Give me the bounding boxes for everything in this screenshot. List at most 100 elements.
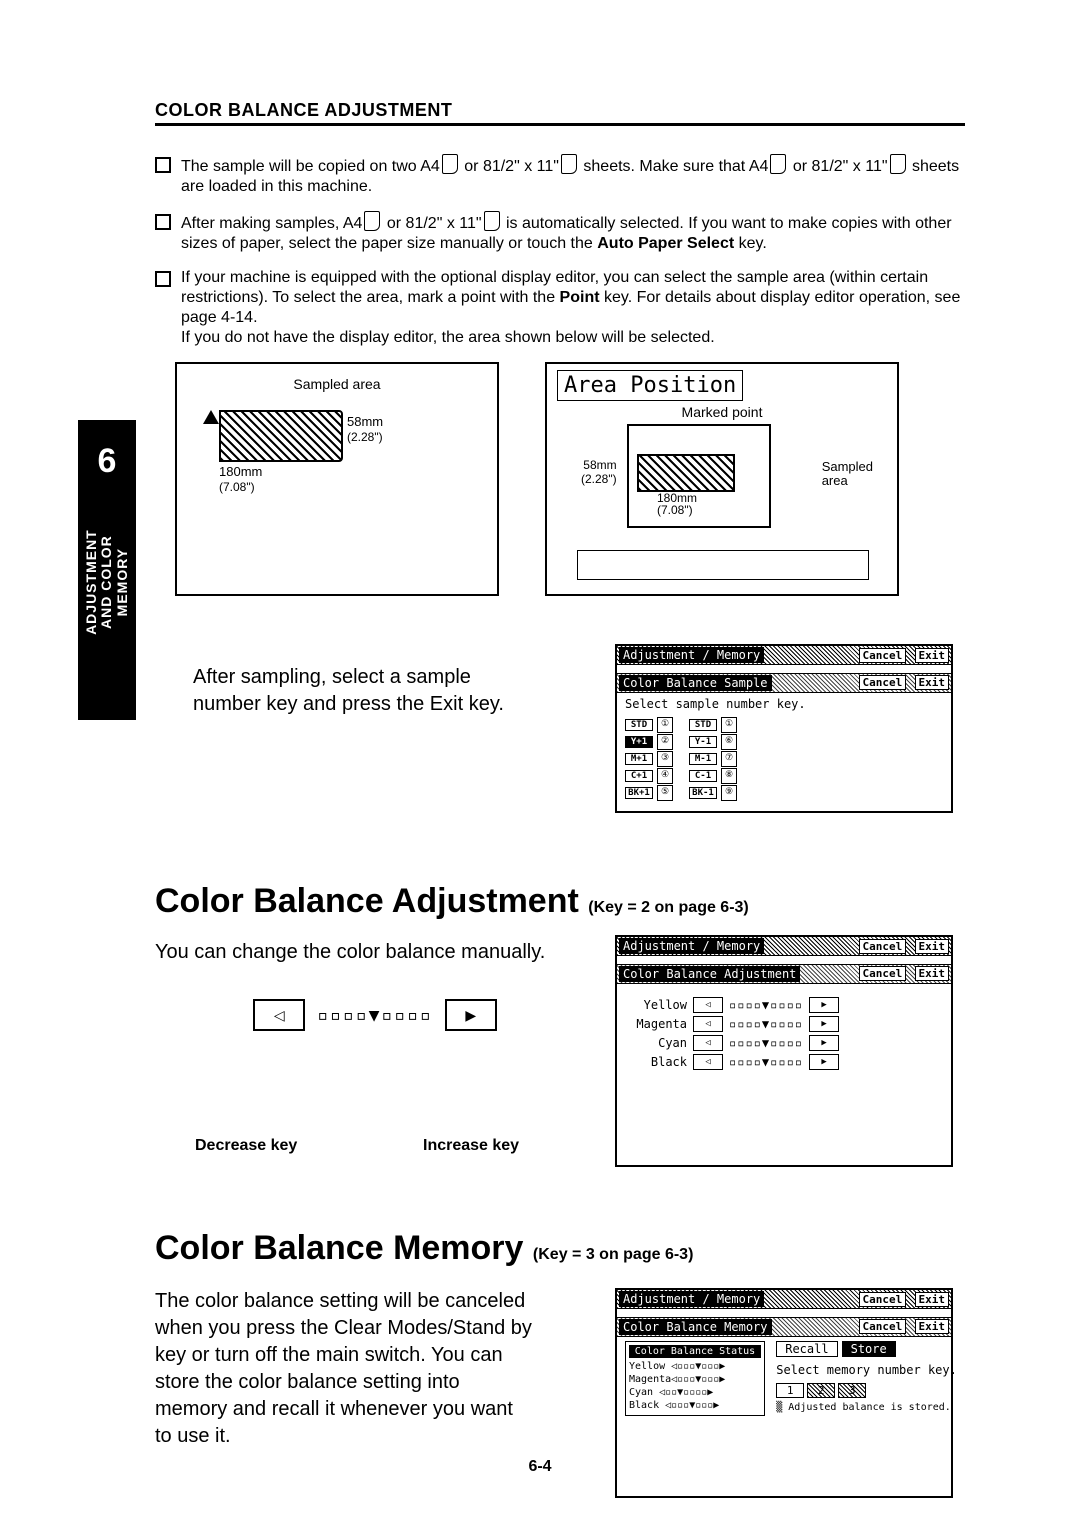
bullet-item: If your machine is equipped with the opt… <box>155 268 965 348</box>
color-balance-memory-heading: Color Balance Memory (Key = 3 on page 6-… <box>155 1229 965 1268</box>
diagram-caption: Sampled area <box>177 376 497 392</box>
decrease-key[interactable]: ◁ <box>253 999 305 1031</box>
bullet-icon <box>155 271 171 287</box>
status-line: Yellow ◁▫▫▫▼▫▫▫▶ <box>629 1360 761 1373</box>
sample-key[interactable]: M-1 <box>689 753 717 765</box>
increase-key[interactable]: ▶ <box>809 997 839 1013</box>
slider-scale: ▫▫▫▫▼▫▫▫▫ <box>729 998 803 1012</box>
increase-key[interactable]: ▶ <box>809 1035 839 1051</box>
hatched-area <box>637 454 735 492</box>
portrait-icon <box>484 211 500 231</box>
store-button[interactable]: Store <box>842 1341 896 1357</box>
sample-key[interactable]: Y+1 <box>625 736 653 748</box>
status-title: Color Balance Status <box>629 1345 761 1358</box>
exit-button[interactable]: Exit <box>915 1319 950 1334</box>
exit-button[interactable]: Exit <box>915 1292 950 1307</box>
memory-slot[interactable]: 2 <box>807 1383 835 1398</box>
dimension-180: 180mm(7.08") <box>219 464 262 494</box>
page-number: 6-4 <box>0 1458 1080 1476</box>
number-key[interactable]: ⑤ <box>657 785 673 801</box>
sample-key[interactable]: STD <box>625 719 653 731</box>
increase-key[interactable]: ▶ <box>809 1054 839 1070</box>
number-key[interactable]: ① <box>721 717 737 733</box>
editor-toolbar <box>577 550 869 580</box>
panel-title: Adjustment / Memory <box>619 647 764 663</box>
marked-point-label: Marked point <box>547 404 897 420</box>
dimension-58: 58mm(2.28") <box>581 458 617 486</box>
cancel-button[interactable]: Cancel <box>859 939 907 954</box>
memory-intro-text: The color balance setting will be cancel… <box>155 1288 535 1450</box>
sampled-area-label: Sampledarea <box>822 460 873 489</box>
color-balance-status-box: Color Balance Status Yellow ◁▫▫▫▼▫▫▫▶ Ma… <box>625 1341 765 1416</box>
number-key[interactable]: ③ <box>657 751 673 767</box>
exit-button[interactable]: Exit <box>915 966 950 981</box>
decrease-key[interactable]: ◁ <box>693 1016 723 1032</box>
sample-key[interactable]: BK+1 <box>625 787 653 799</box>
after-sampling-text: After sampling, select a sample number k… <box>193 664 543 718</box>
portrait-icon <box>364 211 380 231</box>
sample-key[interactable]: BK-1 <box>689 787 717 799</box>
arrow-icon <box>203 410 219 424</box>
decrease-key[interactable]: ◁ <box>693 1054 723 1070</box>
recall-button[interactable]: Recall <box>776 1341 837 1357</box>
section-heading: COLOR BALANCE ADJUSTMENT <box>155 100 965 126</box>
number-key[interactable]: ⑨ <box>721 785 737 801</box>
color-label: Yellow <box>635 998 687 1012</box>
sample-key[interactable]: M+1 <box>625 753 653 765</box>
sampled-area-diagram: Sampled area 58mm(2.28") 180mm(7.08") <box>175 362 499 596</box>
number-key[interactable]: ⑥ <box>721 734 737 750</box>
sub-panel-title: Color Balance Sample <box>619 675 772 691</box>
decrease-key[interactable]: ◁ <box>693 1035 723 1051</box>
memory-slot[interactable]: 1 <box>776 1383 804 1398</box>
portrait-icon <box>890 154 906 174</box>
color-label: Magenta <box>635 1017 687 1031</box>
cancel-button[interactable]: Cancel <box>859 675 907 690</box>
exit-button[interactable]: Exit <box>915 648 950 663</box>
sample-select-panel: Adjustment / Memory Cancel Exit Color Ba… <box>615 644 953 813</box>
panel-message: Select sample number key. <box>625 697 943 711</box>
increase-key[interactable]: ▶ <box>445 999 497 1031</box>
hatched-area <box>219 410 343 462</box>
slider-scale: ▫▫▫▫▼▫▫▫▫ <box>317 1005 433 1026</box>
increase-label: Increase key <box>423 1137 519 1155</box>
exit-button[interactable]: Exit <box>915 675 950 690</box>
cancel-button[interactable]: Cancel <box>859 1292 907 1307</box>
decrease-key[interactable]: ◁ <box>693 997 723 1013</box>
number-key[interactable]: ① <box>657 717 673 733</box>
memory-slot[interactable]: 3 <box>838 1383 866 1398</box>
number-key[interactable]: ② <box>657 734 673 750</box>
color-label: Cyan <box>635 1036 687 1050</box>
number-key[interactable]: ⑦ <box>721 751 737 767</box>
cancel-button[interactable]: Cancel <box>859 966 907 981</box>
panel-title: Adjustment / Memory <box>619 1291 764 1307</box>
increase-key[interactable]: ▶ <box>809 1016 839 1032</box>
dimension-58: 58mm(2.28") <box>347 414 383 444</box>
color-balance-adj-panel: Adjustment / Memory Cancel Exit Color Ba… <box>615 935 953 1167</box>
slider-scale: ▫▫▫▫▼▫▫▫▫ <box>729 1055 803 1069</box>
portrait-icon <box>770 154 786 174</box>
area-position-diagram: Area Position Marked point 58mm(2.28") 1… <box>545 362 899 596</box>
dimension-180: 180mm(7.08") <box>657 492 697 516</box>
status-line: Magenta◁▫▫▫▼▫▫▫▶ <box>629 1373 761 1386</box>
sample-key[interactable]: C-1 <box>689 770 717 782</box>
bullet-icon <box>155 214 171 230</box>
number-key[interactable]: ④ <box>657 768 673 784</box>
portrait-icon <box>561 154 577 174</box>
slider-scale: ▫▫▫▫▼▫▫▫▫ <box>729 1036 803 1050</box>
cancel-button[interactable]: Cancel <box>859 648 907 663</box>
sample-key[interactable]: C+1 <box>625 770 653 782</box>
bullet-icon <box>155 157 171 173</box>
sample-key[interactable]: Y-1 <box>689 736 717 748</box>
number-key[interactable]: ⑧ <box>721 768 737 784</box>
sub-panel-title: Color Balance Memory <box>619 1319 772 1335</box>
decrease-label: Decrease key <box>195 1137 297 1155</box>
status-line: Black ◁▫▫▫▼▫▫▫▶ <box>629 1399 761 1412</box>
memory-note: ▒ Adjusted balance is stored. <box>776 1402 934 1413</box>
cancel-button[interactable]: Cancel <box>859 1319 907 1334</box>
sample-key[interactable]: STD <box>689 719 717 731</box>
adj-key-diagram: ◁ ▫▫▫▫▼▫▫▫▫ ▶ <box>195 991 555 1051</box>
color-balance-adjustment-heading: Color Balance Adjustment (Key = 2 on pag… <box>155 882 965 921</box>
sub-panel-title: Color Balance Adjustment <box>619 966 800 982</box>
color-label: Black <box>635 1055 687 1069</box>
exit-button[interactable]: Exit <box>915 939 950 954</box>
